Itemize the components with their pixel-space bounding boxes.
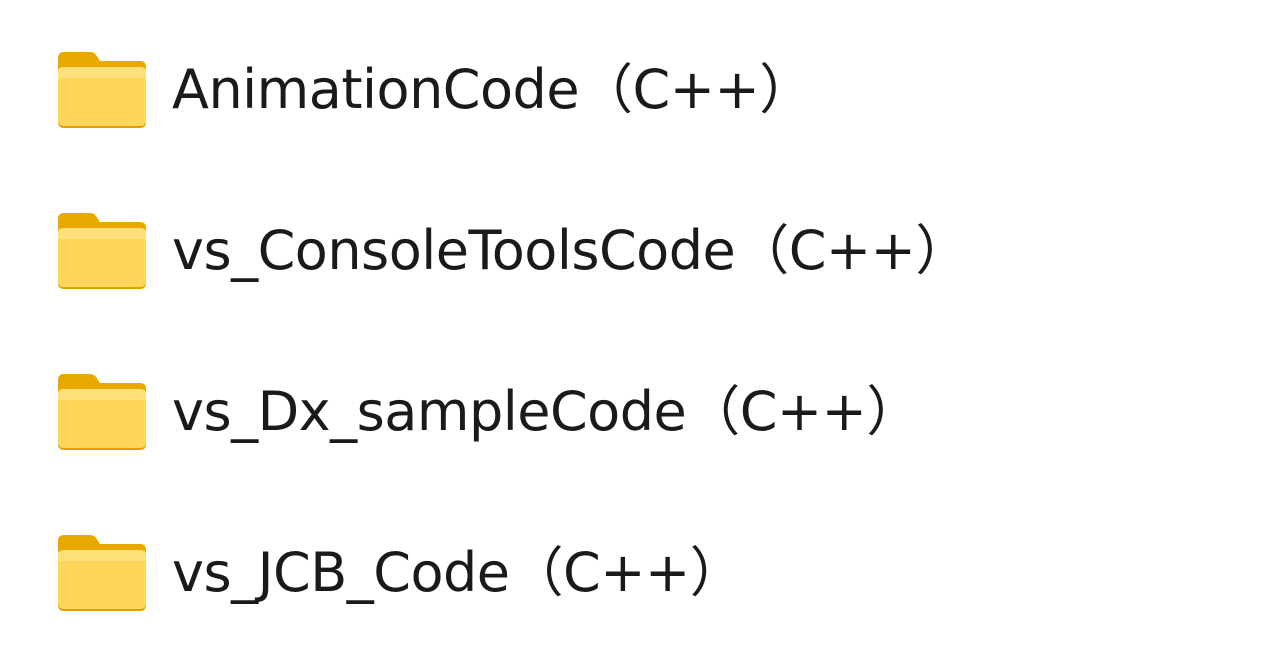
folder-name: vs_Dx_sampleCode（C++） — [172, 380, 920, 443]
folder-name: vs_ConsoleToolsCode（C++） — [172, 219, 969, 282]
folder-item-vs-dx-samplecode[interactable]: vs_Dx_sampleCode（C++） — [56, 372, 920, 452]
folder-list: AnimationCode（C++） vs_ConsoleToolsCode（C… — [0, 0, 1280, 649]
folder-name: AnimationCode（C++） — [172, 58, 813, 121]
folder-icon — [56, 533, 148, 613]
folder-icon — [56, 372, 148, 452]
folder-item-vs-jcb-code[interactable]: vs_JCB_Code（C++） — [56, 533, 744, 613]
folder-name: vs_JCB_Code（C++） — [172, 541, 744, 604]
folder-item-animationcode[interactable]: AnimationCode（C++） — [56, 50, 813, 130]
folder-icon — [56, 50, 148, 130]
folder-item-vs-consoletoolscode[interactable]: vs_ConsoleToolsCode（C++） — [56, 211, 969, 291]
folder-icon — [56, 211, 148, 291]
